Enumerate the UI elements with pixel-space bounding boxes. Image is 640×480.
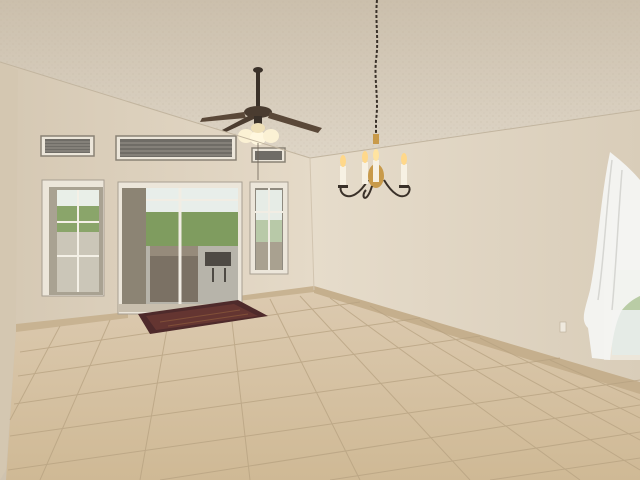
patio-sofa — [150, 252, 198, 302]
left-window — [41, 179, 105, 297]
room-illustration — [0, 0, 640, 480]
back-right-window — [249, 181, 289, 275]
wall-outlet — [559, 321, 567, 333]
sliding-glass-door — [117, 181, 243, 315]
room-photo — [0, 0, 640, 480]
